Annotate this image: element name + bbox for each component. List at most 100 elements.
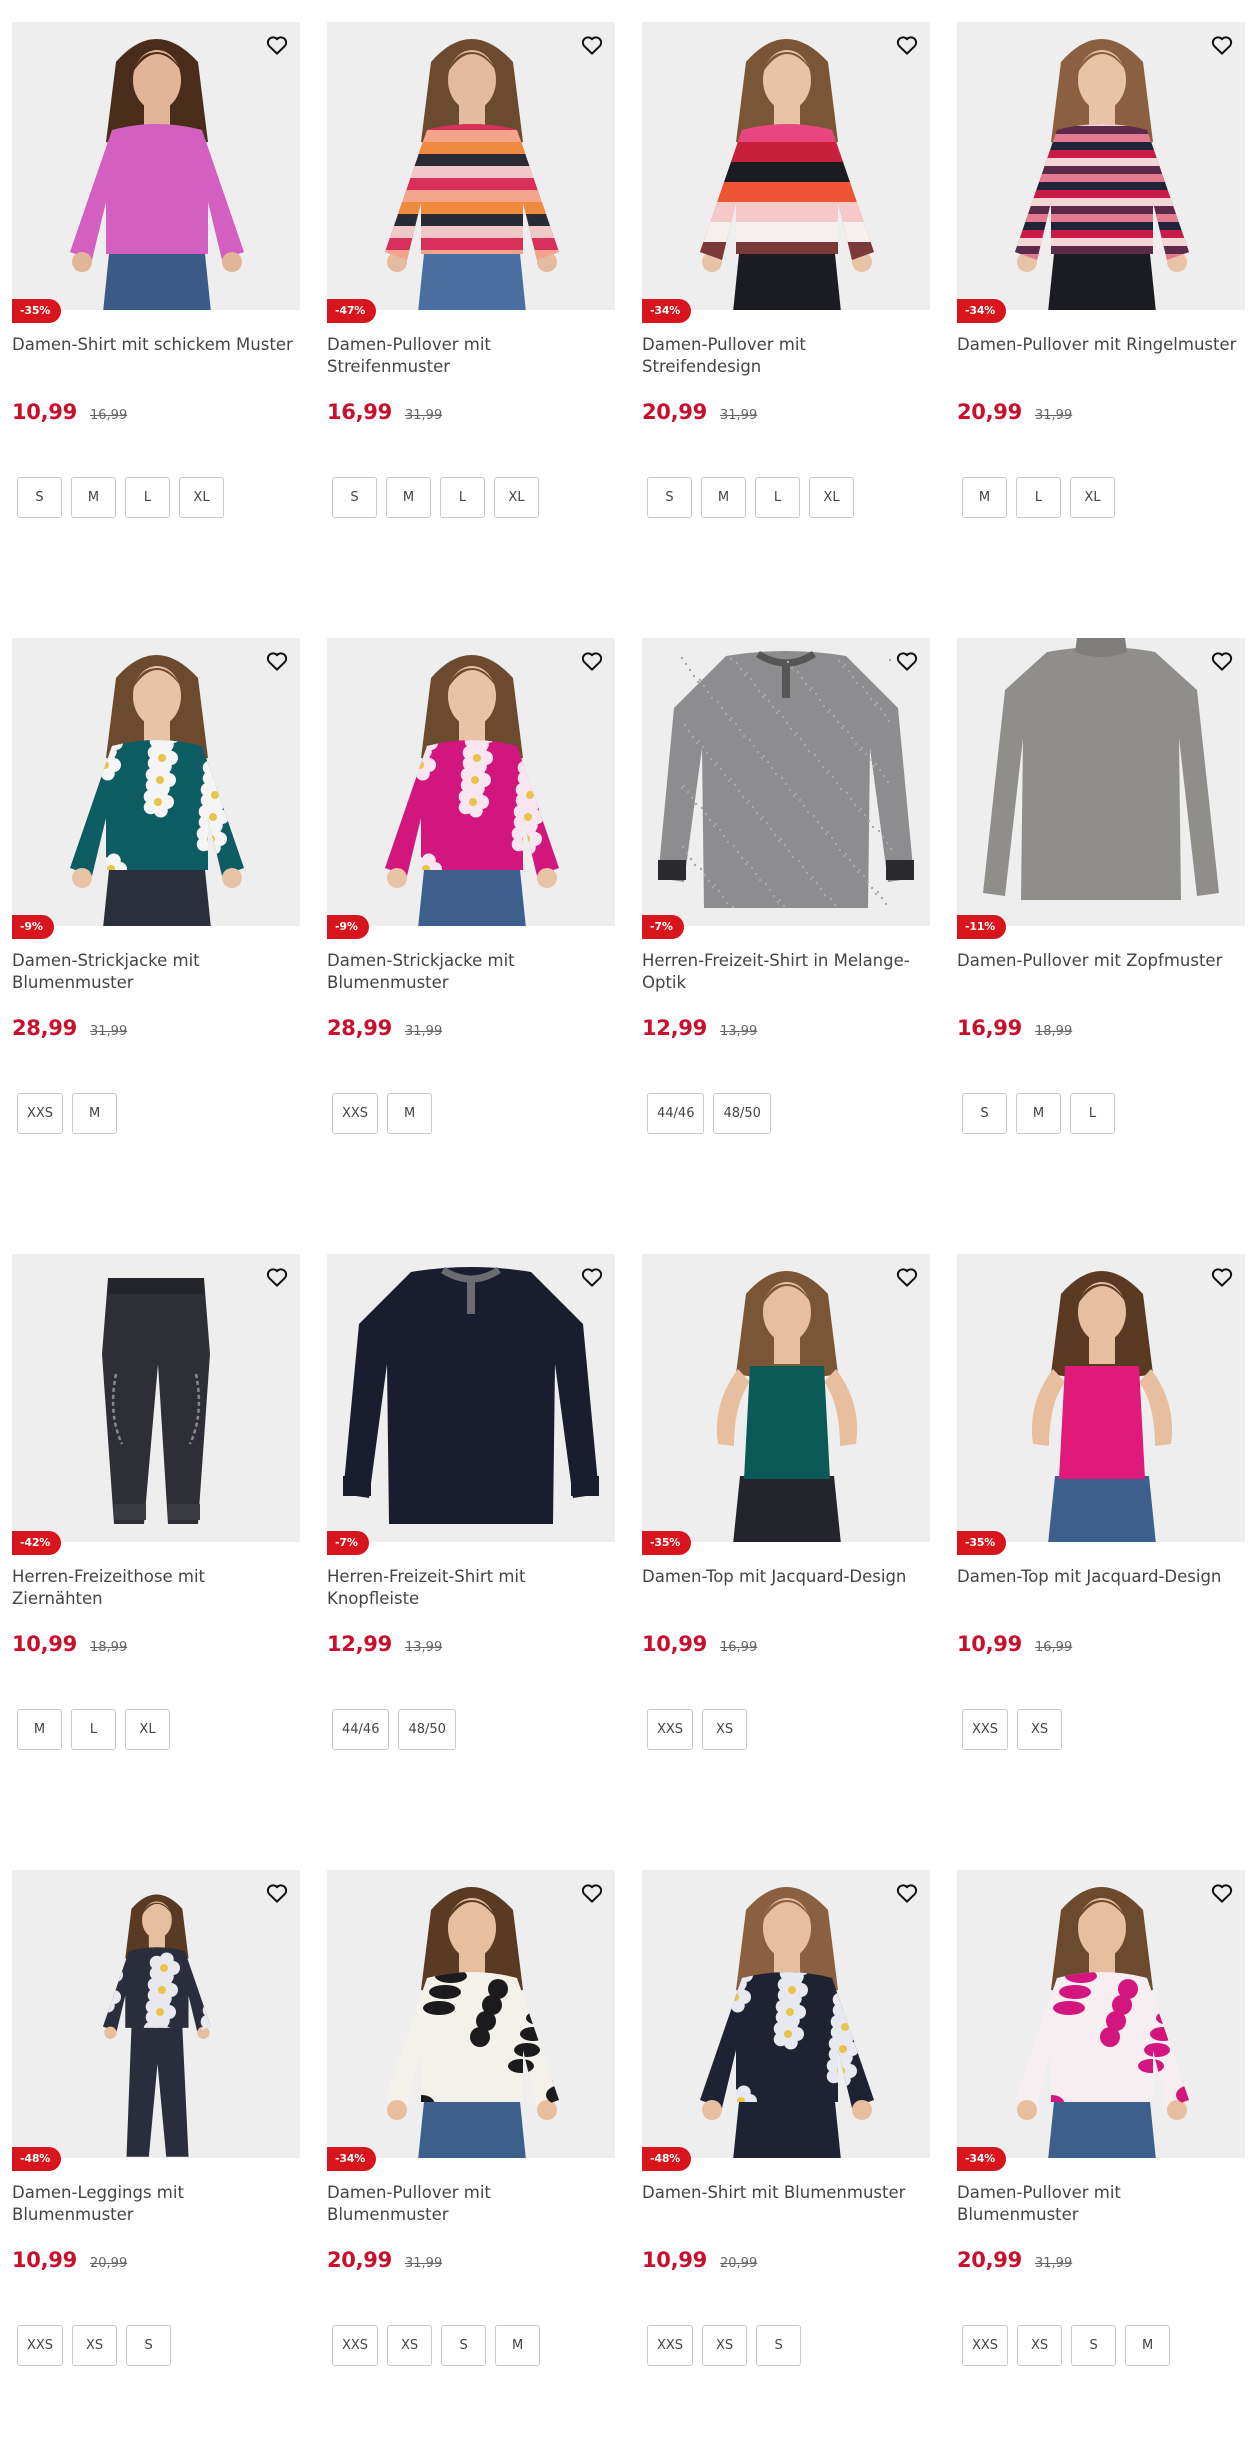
product-card[interactable]: -48% Damen-Shirt mit Blumenmuster 10,99 … bbox=[642, 1870, 930, 2410]
product-image[interactable] bbox=[12, 1254, 300, 1542]
product-image[interactable] bbox=[957, 1254, 1245, 1542]
size-option[interactable]: M bbox=[387, 1093, 433, 1134]
product-image[interactable] bbox=[957, 1870, 1245, 2158]
wishlist-heart-icon[interactable] bbox=[575, 644, 609, 678]
size-option[interactable]: XS bbox=[702, 1709, 748, 1750]
wishlist-heart-icon[interactable] bbox=[260, 1876, 294, 1910]
wishlist-heart-icon[interactable] bbox=[890, 1260, 924, 1294]
size-option[interactable]: XXS bbox=[17, 1093, 64, 1134]
size-option[interactable]: XS bbox=[1017, 1709, 1063, 1750]
size-option[interactable]: L bbox=[440, 477, 485, 518]
size-option[interactable]: XL bbox=[125, 1709, 170, 1750]
size-option[interactable]: 44/46 bbox=[647, 1093, 705, 1134]
product-title[interactable]: Damen-Top mit Jacquard-Design bbox=[957, 1566, 1245, 1588]
product-card[interactable]: -35% Damen-Top mit Jacquard-Design 10,99… bbox=[642, 1254, 930, 1794]
size-option[interactable]: XL bbox=[179, 477, 224, 518]
product-image[interactable] bbox=[642, 1870, 930, 2158]
size-option[interactable]: XL bbox=[494, 477, 539, 518]
wishlist-heart-icon[interactable] bbox=[260, 644, 294, 678]
size-option[interactable]: M bbox=[386, 477, 431, 518]
size-option[interactable]: XS bbox=[1017, 2325, 1063, 2366]
size-option[interactable]: XXS bbox=[332, 2325, 379, 2366]
product-title[interactable]: Damen-Shirt mit schickem Muster bbox=[12, 334, 300, 356]
size-option[interactable]: S bbox=[126, 2325, 172, 2366]
size-option[interactable]: XS bbox=[702, 2325, 748, 2366]
product-title[interactable]: Damen-Strickjacke mit Blumenmuster bbox=[12, 950, 300, 994]
product-image[interactable] bbox=[327, 638, 615, 926]
product-card[interactable]: -34% Damen-Pullover mit Streifendesign 2… bbox=[642, 22, 930, 562]
product-card[interactable]: -42% Herren-Freizeithose mit Ziernähten … bbox=[12, 1254, 300, 1794]
product-card[interactable]: -34% Damen-Pullover mit Blumenmuster 20,… bbox=[327, 1870, 615, 2410]
product-title[interactable]: Herren-Freizeit-Shirt mit Knopfleiste bbox=[327, 1566, 615, 1610]
product-image[interactable] bbox=[327, 22, 615, 310]
product-image[interactable] bbox=[12, 22, 300, 310]
size-option[interactable]: XS bbox=[387, 2325, 433, 2366]
product-title[interactable]: Damen-Top mit Jacquard-Design bbox=[642, 1566, 930, 1588]
wishlist-heart-icon[interactable] bbox=[1205, 1876, 1239, 1910]
product-title[interactable]: Herren-Freizeithose mit Ziernähten bbox=[12, 1566, 300, 1610]
size-option[interactable]: S bbox=[1071, 2325, 1117, 2366]
wishlist-heart-icon[interactable] bbox=[575, 1876, 609, 1910]
product-title[interactable]: Damen-Pullover mit Streifenmuster bbox=[327, 334, 615, 378]
product-card[interactable]: -35% Damen-Top mit Jacquard-Design 10,99… bbox=[957, 1254, 1245, 1794]
size-option[interactable]: L bbox=[1070, 1093, 1115, 1134]
product-card[interactable]: -34% Damen-Pullover mit Blumenmuster 20,… bbox=[957, 1870, 1245, 2410]
size-option[interactable]: XXS bbox=[647, 2325, 694, 2366]
size-option[interactable]: 48/50 bbox=[713, 1093, 771, 1134]
product-title[interactable]: Damen-Shirt mit Blumenmuster bbox=[642, 2182, 930, 2204]
product-image[interactable] bbox=[957, 638, 1245, 926]
product-card[interactable]: -9% Damen-Strickjacke mit Blumenmuster 2… bbox=[12, 638, 300, 1178]
product-card[interactable]: -35% Damen-Shirt mit schickem Muster 10,… bbox=[12, 22, 300, 562]
product-title[interactable]: Damen-Leggings mit Blumenmuster bbox=[12, 2182, 300, 2226]
size-option[interactable]: S bbox=[17, 477, 62, 518]
product-title[interactable]: Damen-Pullover mit Blumenmuster bbox=[957, 2182, 1245, 2226]
size-option[interactable]: L bbox=[755, 477, 800, 518]
product-card[interactable]: -7% Herren-Freizeit-Shirt mit Knopfleist… bbox=[327, 1254, 615, 1794]
product-card[interactable]: -7% Herren-Freizeit-Shirt in Melange-Opt… bbox=[642, 638, 930, 1178]
wishlist-heart-icon[interactable] bbox=[260, 1260, 294, 1294]
size-option[interactable]: XXS bbox=[17, 2325, 64, 2366]
product-image[interactable] bbox=[957, 22, 1245, 310]
product-image[interactable] bbox=[12, 1870, 300, 2158]
wishlist-heart-icon[interactable] bbox=[1205, 28, 1239, 62]
product-card[interactable]: -47% Damen-Pullover mit Streifenmuster 1… bbox=[327, 22, 615, 562]
size-option[interactable]: L bbox=[125, 477, 170, 518]
size-option[interactable]: S bbox=[332, 477, 377, 518]
wishlist-heart-icon[interactable] bbox=[1205, 644, 1239, 678]
product-title[interactable]: Damen-Pullover mit Blumenmuster bbox=[327, 2182, 615, 2226]
product-title[interactable]: Damen-Pullover mit Streifendesign bbox=[642, 334, 930, 378]
size-option[interactable]: 48/50 bbox=[398, 1709, 456, 1750]
size-option[interactable]: XL bbox=[809, 477, 854, 518]
product-image[interactable] bbox=[642, 1254, 930, 1542]
wishlist-heart-icon[interactable] bbox=[1205, 1260, 1239, 1294]
wishlist-heart-icon[interactable] bbox=[890, 644, 924, 678]
wishlist-heart-icon[interactable] bbox=[575, 1260, 609, 1294]
wishlist-heart-icon[interactable] bbox=[260, 28, 294, 62]
wishlist-heart-icon[interactable] bbox=[890, 28, 924, 62]
size-option[interactable]: S bbox=[647, 477, 692, 518]
product-image[interactable] bbox=[642, 638, 930, 926]
size-option[interactable]: L bbox=[1016, 477, 1061, 518]
product-title[interactable]: Herren-Freizeit-Shirt in Melange-Optik bbox=[642, 950, 930, 994]
size-option[interactable]: M bbox=[962, 477, 1007, 518]
size-option[interactable]: M bbox=[71, 477, 116, 518]
size-option[interactable]: M bbox=[17, 1709, 62, 1750]
size-option[interactable]: S bbox=[756, 2325, 802, 2366]
size-option[interactable]: M bbox=[1125, 2325, 1171, 2366]
size-option[interactable]: L bbox=[71, 1709, 116, 1750]
product-title[interactable]: Damen-Pullover mit Ringelmuster bbox=[957, 334, 1245, 356]
size-option[interactable]: XXS bbox=[962, 1709, 1009, 1750]
product-image[interactable] bbox=[642, 22, 930, 310]
product-image[interactable] bbox=[12, 638, 300, 926]
size-option[interactable]: M bbox=[72, 1093, 118, 1134]
size-option[interactable]: XXS bbox=[332, 1093, 379, 1134]
size-option[interactable]: XS bbox=[72, 2325, 118, 2366]
size-option[interactable]: M bbox=[701, 477, 746, 518]
wishlist-heart-icon[interactable] bbox=[575, 28, 609, 62]
product-image[interactable] bbox=[327, 1870, 615, 2158]
product-title[interactable]: Damen-Strickjacke mit Blumenmuster bbox=[327, 950, 615, 994]
product-card[interactable]: -34% Damen-Pullover mit Ringelmuster 20,… bbox=[957, 22, 1245, 562]
product-card[interactable]: -48% Damen-Leggings mit Blumenmuster 10,… bbox=[12, 1870, 300, 2410]
product-card[interactable]: -11% Damen-Pullover mit Zopfmuster 16,99… bbox=[957, 638, 1245, 1178]
size-option[interactable]: M bbox=[1016, 1093, 1061, 1134]
